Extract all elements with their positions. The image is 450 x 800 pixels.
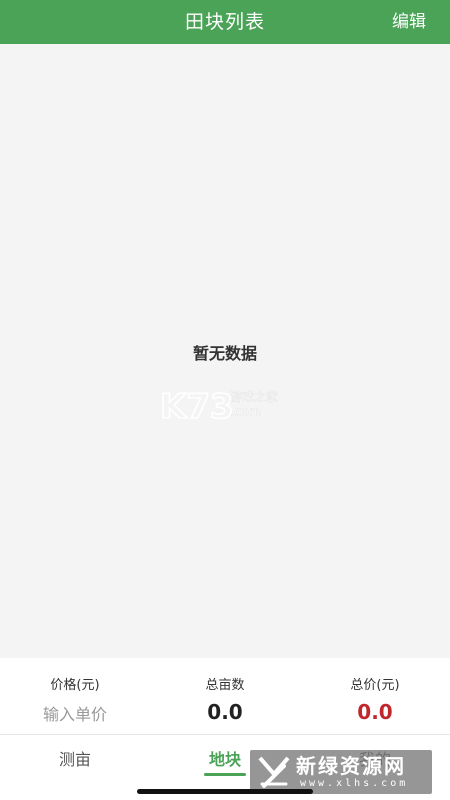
app-screen: 田块列表 编辑 暂无数据 K73 游戏之家 .com 价格(元) 总亩数 0.0… xyxy=(0,0,450,800)
tab-measure[interactable]: 测亩 xyxy=(0,735,150,785)
page-title: 田块列表 xyxy=(184,11,265,33)
total-price-value: 0.0 xyxy=(357,700,393,724)
total-price-column: 总价(元) 0.0 xyxy=(300,658,450,734)
tab-measure-label: 测亩 xyxy=(58,750,91,769)
k73-subtext: 游戏之家 xyxy=(230,389,278,404)
empty-state-text: 暂无数据 xyxy=(192,344,257,363)
xlhs-watermark: 新绿资源网 www.xlhs.com xyxy=(250,750,432,794)
unit-price-input[interactable] xyxy=(16,702,134,726)
xlhs-name: 新绿资源网 xyxy=(296,754,406,778)
summary-bar: 价格(元) 总亩数 0.0 总价(元) 0.0 xyxy=(0,658,450,734)
edit-button[interactable]: 编辑 xyxy=(392,0,426,44)
k73-suffix: .com xyxy=(230,405,262,420)
k73-brand: K73 xyxy=(160,387,234,424)
price-label: 价格(元) xyxy=(50,678,100,693)
field-list: 暂无数据 K73 游戏之家 .com xyxy=(0,44,450,658)
xlhs-url: www.xlhs.com xyxy=(300,778,409,789)
tab-fields-label: 地块 xyxy=(208,750,241,769)
total-area-label: 总亩数 xyxy=(205,678,245,693)
total-price-label: 总价(元) xyxy=(350,678,400,693)
top-bar: 田块列表 编辑 xyxy=(0,0,450,44)
total-area-value: 0.0 xyxy=(207,700,243,724)
k73-watermark-logo: K73 游戏之家 .com xyxy=(159,384,290,428)
total-area-column: 总亩数 0.0 xyxy=(150,658,300,734)
xlhs-logo-icon xyxy=(258,756,290,788)
active-tab-indicator xyxy=(204,773,246,776)
home-indicator[interactable] xyxy=(137,789,313,794)
price-column: 价格(元) xyxy=(0,658,150,734)
